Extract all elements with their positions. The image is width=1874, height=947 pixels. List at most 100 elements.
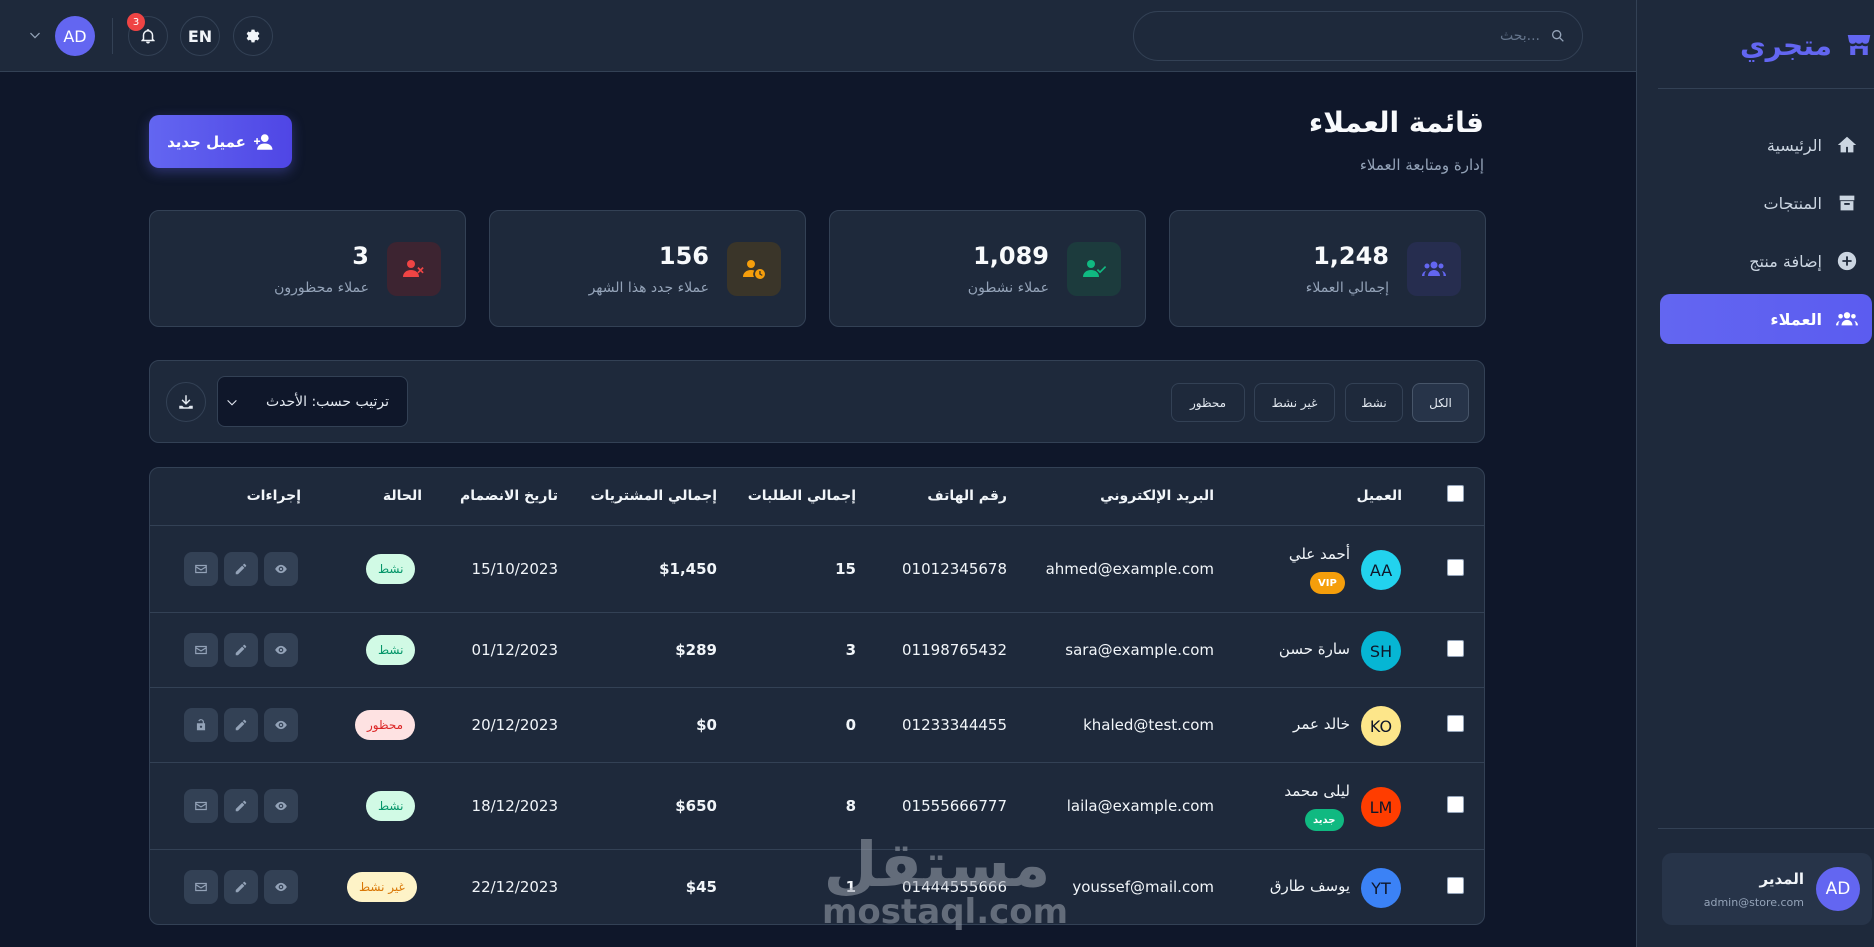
message-button[interactable] bbox=[184, 633, 218, 667]
customer-email: sara@example.com bbox=[1065, 641, 1214, 659]
notification-badge: 3 bbox=[127, 13, 145, 31]
edit-button[interactable] bbox=[224, 633, 258, 667]
customer-orders: 8 bbox=[845, 797, 856, 815]
row-checkbox[interactable] bbox=[1447, 715, 1464, 732]
status-badge: نشط bbox=[366, 791, 416, 821]
pencil-icon bbox=[235, 563, 247, 575]
stat-value: 156 bbox=[658, 241, 709, 270]
top-header: EN 3 AD bbox=[0, 0, 1636, 72]
table-row[interactable]: KO خالد عمر khaled@test.com 01233344455 … bbox=[150, 688, 1484, 763]
unban-button[interactable] bbox=[184, 708, 218, 742]
sort-select[interactable]: ترتيب حسب: الأحدث bbox=[217, 376, 408, 427]
row-checkbox[interactable] bbox=[1447, 796, 1464, 813]
row-checkbox[interactable] bbox=[1447, 640, 1464, 657]
edit-button[interactable] bbox=[224, 789, 258, 823]
avatar: LM bbox=[1361, 787, 1401, 827]
edit-button[interactable] bbox=[224, 552, 258, 586]
table-row[interactable]: LM ليلى محمد جديد laila@example.com 0155… bbox=[150, 763, 1484, 850]
customer-purchases: $1,450 bbox=[659, 560, 717, 578]
customer-orders: 0 bbox=[845, 716, 856, 734]
notifications-button[interactable]: 3 bbox=[127, 13, 168, 56]
search-input[interactable] bbox=[1160, 28, 1540, 44]
header-avatar[interactable]: AD bbox=[55, 16, 95, 56]
eye-icon bbox=[275, 801, 287, 811]
filter-inactive-button[interactable]: غير نشط bbox=[1254, 383, 1335, 422]
table-header: العميل البريد الإلكتروني رقم الهاتف إجما… bbox=[150, 468, 1484, 526]
table-row[interactable]: AA أحمد علي VIP ahmed@example.com 010123… bbox=[150, 526, 1484, 613]
table-row[interactable]: SH سارة حسن sara@example.com 01198765432… bbox=[150, 613, 1484, 688]
message-button[interactable] bbox=[184, 870, 218, 904]
status-badge: نشط bbox=[366, 635, 416, 665]
stat-label: عملاء محظورون bbox=[274, 279, 369, 296]
customer-phone: 01233344455 bbox=[902, 716, 1007, 734]
envelope-icon bbox=[195, 645, 207, 655]
sidebar-item-products[interactable]: المنتجات bbox=[1660, 178, 1872, 228]
customer-name[interactable]: سارة حسن bbox=[1279, 640, 1350, 658]
user-email: admin@store.com bbox=[1703, 895, 1804, 909]
eye-icon bbox=[275, 882, 287, 892]
view-button[interactable] bbox=[264, 708, 298, 742]
column-header[interactable]: رقم الهاتف bbox=[927, 488, 1007, 504]
plus-circle-icon bbox=[1837, 251, 1857, 271]
language-button[interactable]: EN bbox=[180, 16, 220, 56]
edit-button[interactable] bbox=[224, 708, 258, 742]
message-button[interactable] bbox=[184, 552, 218, 586]
column-header[interactable]: تاريخ الانضمام bbox=[460, 488, 558, 504]
table-row[interactable]: YT يوسف طارق youssef@mail.com 0144455566… bbox=[150, 850, 1484, 924]
edit-button[interactable] bbox=[224, 870, 258, 904]
page-subtitle: إدارة ومتابعة العملاء bbox=[1359, 156, 1484, 174]
user-card[interactable]: AD المدير admin@store.com bbox=[1662, 853, 1872, 925]
sidebar-item-label: إضافة منتج bbox=[1749, 251, 1822, 271]
add-customer-button[interactable]: عميل جديد bbox=[149, 115, 292, 168]
customer-name[interactable]: أحمد علي bbox=[1289, 545, 1350, 563]
customer-name[interactable]: يوسف طارق bbox=[1270, 877, 1350, 895]
export-button[interactable] bbox=[166, 382, 206, 422]
view-button[interactable] bbox=[264, 633, 298, 667]
view-button[interactable] bbox=[264, 870, 298, 904]
column-header[interactable]: البريد الإلكتروني bbox=[1100, 488, 1214, 504]
user-times-icon bbox=[403, 259, 424, 277]
view-button[interactable] bbox=[264, 789, 298, 823]
stat-text: 3 عملاء محظورون bbox=[274, 242, 369, 296]
row-checkbox[interactable] bbox=[1447, 559, 1464, 576]
sidebar-item-label: المنتجات bbox=[1763, 193, 1823, 213]
customer-joined-date: 20/12/2023 bbox=[471, 716, 558, 734]
sidebar-item-home[interactable]: الرئيسية bbox=[1660, 120, 1872, 170]
chevron-down-icon[interactable] bbox=[28, 28, 42, 42]
stat-text: 1,248 إجمالي العملاء bbox=[1306, 242, 1389, 296]
stat-value: 1,248 bbox=[1313, 241, 1389, 270]
search-box[interactable] bbox=[1133, 11, 1583, 61]
brand[interactable]: متجري bbox=[1636, 22, 1874, 68]
select-all-checkbox[interactable] bbox=[1447, 485, 1464, 502]
customer-joined-date: 18/12/2023 bbox=[471, 797, 558, 815]
eye-icon bbox=[275, 645, 287, 655]
customer-email: laila@example.com bbox=[1066, 797, 1214, 815]
sidebar-item-add-product[interactable]: إضافة منتج bbox=[1660, 236, 1872, 286]
filter-banned-button[interactable]: محظور bbox=[1171, 383, 1245, 422]
filter-all-button[interactable]: الكل bbox=[1412, 383, 1469, 422]
column-header[interactable]: الحالة bbox=[383, 488, 422, 504]
customer-name[interactable]: ليلى محمد bbox=[1284, 782, 1350, 800]
sidebar-item-customers[interactable]: العملاء bbox=[1660, 294, 1872, 344]
store-icon bbox=[1847, 35, 1871, 55]
divider bbox=[1658, 88, 1874, 89]
row-checkbox[interactable] bbox=[1447, 877, 1464, 894]
stat-card-new: 156 عملاء جدد هذا الشهر bbox=[489, 210, 806, 327]
unlock-icon bbox=[196, 719, 206, 731]
stat-value: 3 bbox=[352, 241, 369, 270]
sidebar: متجري الرئيسية المنتجات إضافة منتج العمل… bbox=[1636, 0, 1874, 947]
view-button[interactable] bbox=[264, 552, 298, 586]
column-header[interactable]: إجراءات bbox=[247, 488, 301, 504]
eye-icon bbox=[275, 720, 287, 730]
column-header[interactable]: العميل bbox=[1356, 488, 1402, 504]
vip-badge: VIP bbox=[1310, 572, 1345, 594]
customer-orders: 1 bbox=[845, 878, 856, 896]
column-header[interactable]: إجمالي الطلبات bbox=[748, 488, 856, 504]
envelope-icon bbox=[195, 564, 207, 574]
customer-name[interactable]: خالد عمر bbox=[1293, 715, 1350, 733]
settings-button[interactable] bbox=[233, 16, 273, 56]
column-header[interactable]: إجمالي المشتريات bbox=[590, 488, 717, 504]
customer-phone: 01555666777 bbox=[902, 797, 1007, 815]
filter-active-button[interactable]: نشط bbox=[1345, 383, 1403, 422]
message-button[interactable] bbox=[184, 789, 218, 823]
